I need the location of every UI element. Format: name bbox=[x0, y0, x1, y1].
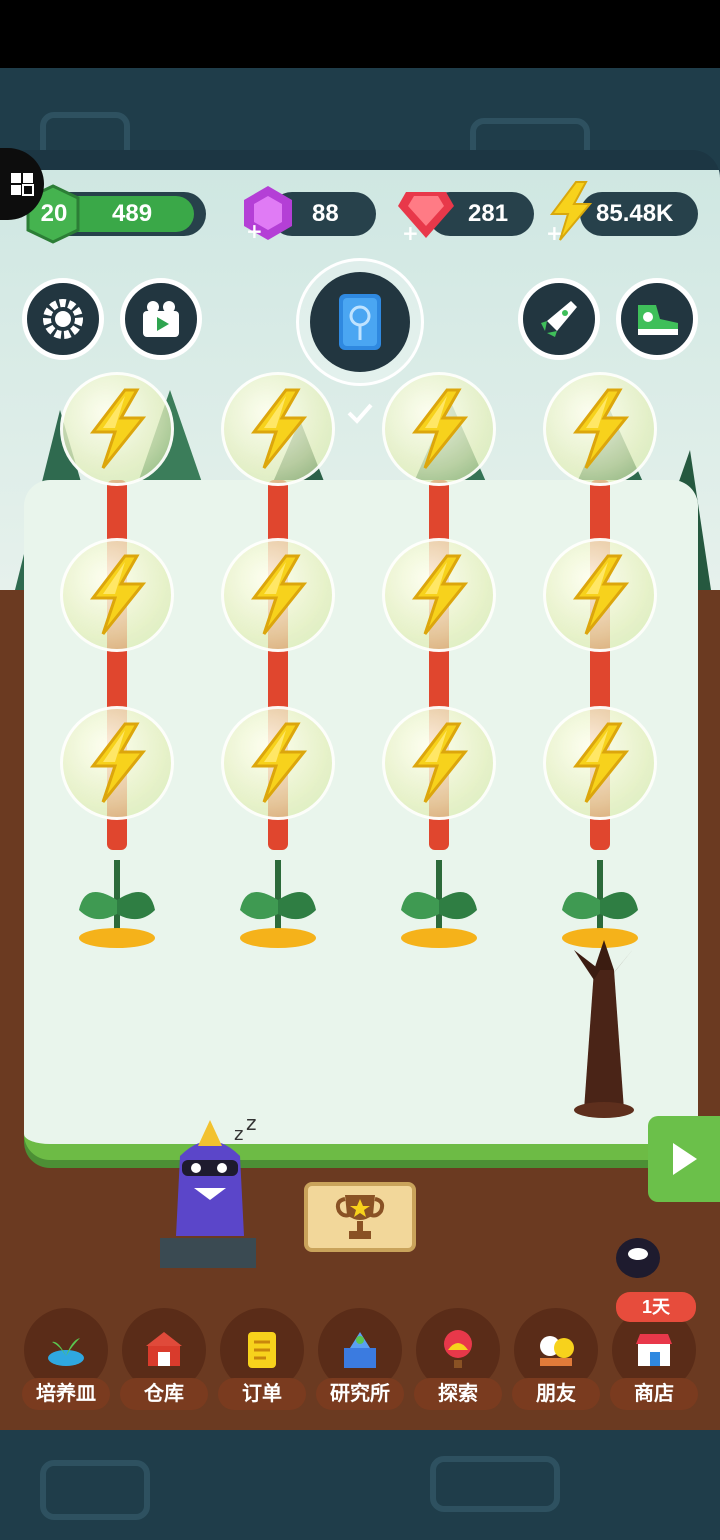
sleeping-monster[interactable]: z z bbox=[160, 1116, 260, 1276]
lightning-icon bbox=[572, 388, 630, 469]
lightning-icon bbox=[250, 722, 308, 803]
energy-count: 85.48K bbox=[596, 200, 674, 227]
gear-icon bbox=[43, 299, 83, 339]
svg-text:+: + bbox=[402, 221, 419, 242]
bottom-nav: 培养皿 仓库 订单 研究所 探索 朋友 商店 bbox=[0, 1306, 720, 1416]
svg-text:+: + bbox=[246, 219, 263, 242]
sneaker-icon bbox=[638, 305, 678, 335]
bottom-frame bbox=[0, 1430, 720, 1540]
nav-label: 订单 bbox=[218, 1378, 306, 1410]
nav-label: 研究所 bbox=[316, 1378, 404, 1410]
gem-pill[interactable]: + 88 bbox=[244, 186, 376, 242]
red-ruby-icon: + bbox=[398, 192, 454, 242]
level-xp-pill[interactable]: 20 489 bbox=[26, 184, 206, 244]
barn-icon bbox=[146, 1332, 182, 1366]
puzzle-icon bbox=[11, 173, 34, 196]
ruby-pill[interactable]: + 281 bbox=[398, 192, 534, 242]
play-icon bbox=[673, 1143, 697, 1175]
frame-decoration bbox=[430, 1456, 560, 1512]
energy-bubble[interactable] bbox=[221, 706, 335, 820]
balloon-icon bbox=[444, 1330, 472, 1368]
nav-label: 仓库 bbox=[120, 1378, 208, 1410]
friends-icon bbox=[540, 1336, 574, 1366]
nav-item[interactable]: 研究所 bbox=[316, 1306, 404, 1416]
petri-dish-icon bbox=[48, 1338, 84, 1366]
lightning-icon bbox=[411, 388, 469, 469]
nav-item[interactable]: 探索 bbox=[414, 1306, 502, 1416]
lightning-icon bbox=[411, 554, 469, 635]
lightning-icon bbox=[89, 722, 147, 803]
svg-text:+: + bbox=[546, 221, 563, 242]
video-button[interactable] bbox=[120, 278, 202, 360]
scroll-icon bbox=[248, 1332, 276, 1368]
frame-decoration bbox=[40, 1460, 150, 1520]
book-icon bbox=[339, 294, 381, 350]
dead-tree[interactable] bbox=[564, 940, 644, 1120]
nav-label: 商店 bbox=[610, 1378, 698, 1410]
rocket-icon bbox=[541, 301, 577, 337]
rocket-button[interactable] bbox=[518, 278, 600, 360]
lightning-icon bbox=[250, 554, 308, 635]
energy-pill[interactable]: + 85.48K bbox=[546, 181, 698, 242]
plant-leaves bbox=[401, 860, 477, 948]
lightning-icon: + bbox=[546, 181, 593, 242]
book-button[interactable] bbox=[296, 258, 424, 386]
book-button-inner bbox=[310, 272, 410, 372]
purple-gem-icon: + bbox=[244, 186, 292, 242]
status-bar bbox=[0, 0, 720, 68]
energy-bubble[interactable] bbox=[221, 372, 335, 486]
nav-item[interactable]: 商店 bbox=[610, 1306, 698, 1416]
level-number: 20 bbox=[40, 200, 68, 227]
play-button[interactable] bbox=[648, 1116, 720, 1202]
video-icon bbox=[143, 301, 179, 337]
energy-bubble[interactable] bbox=[543, 706, 657, 820]
energy-bubble[interactable] bbox=[60, 538, 174, 652]
shop-icon bbox=[636, 1334, 672, 1366]
shop-timer-badge: 1天 bbox=[616, 1292, 696, 1322]
energy-bubble[interactable] bbox=[60, 706, 174, 820]
nav-label: 探索 bbox=[414, 1378, 502, 1410]
nav-label: 培养皿 bbox=[22, 1378, 110, 1410]
plant-leaves bbox=[79, 860, 155, 948]
nav-item[interactable]: 订单 bbox=[218, 1306, 306, 1416]
lightning-icon bbox=[250, 388, 308, 469]
nav-item[interactable]: 培养皿 bbox=[22, 1306, 110, 1416]
sneaker-button[interactable] bbox=[616, 278, 698, 360]
lightning-icon bbox=[89, 554, 147, 635]
energy-bubble[interactable] bbox=[382, 706, 496, 820]
nav-item[interactable]: 朋友 bbox=[512, 1306, 600, 1416]
game-board: 20 489 + 88 + 281 + 85.48K z z 培养皿 仓库 订单… bbox=[0, 150, 720, 1440]
energy-bubble[interactable] bbox=[543, 538, 657, 652]
lightning-icon bbox=[411, 722, 469, 803]
trophy-sign[interactable] bbox=[304, 1182, 416, 1252]
lightning-icon bbox=[572, 722, 630, 803]
energy-bubble[interactable] bbox=[382, 372, 496, 486]
energy-bubble[interactable] bbox=[382, 538, 496, 652]
nav-item[interactable]: 仓库 bbox=[120, 1306, 208, 1416]
xp-value: 489 bbox=[112, 200, 153, 227]
settings-button[interactable] bbox=[22, 278, 104, 360]
gem-count: 88 bbox=[312, 200, 339, 227]
energy-bubble[interactable] bbox=[60, 372, 174, 486]
nav-label: 朋友 bbox=[512, 1378, 600, 1410]
plant-leaves bbox=[562, 860, 638, 948]
energy-bubble[interactable] bbox=[221, 538, 335, 652]
plant-leaves bbox=[240, 860, 316, 948]
ruby-count: 281 bbox=[468, 200, 509, 227]
one-eyed-creature[interactable] bbox=[606, 1230, 670, 1280]
lightning-icon bbox=[89, 388, 147, 469]
check-icon bbox=[347, 403, 373, 424]
trophy-icon bbox=[335, 1195, 385, 1239]
lightning-icon bbox=[572, 554, 630, 635]
lab-icon bbox=[344, 1332, 376, 1368]
svg-text:z: z bbox=[234, 1124, 243, 1145]
svg-text:z: z bbox=[246, 1116, 257, 1135]
energy-bubble[interactable] bbox=[543, 372, 657, 486]
